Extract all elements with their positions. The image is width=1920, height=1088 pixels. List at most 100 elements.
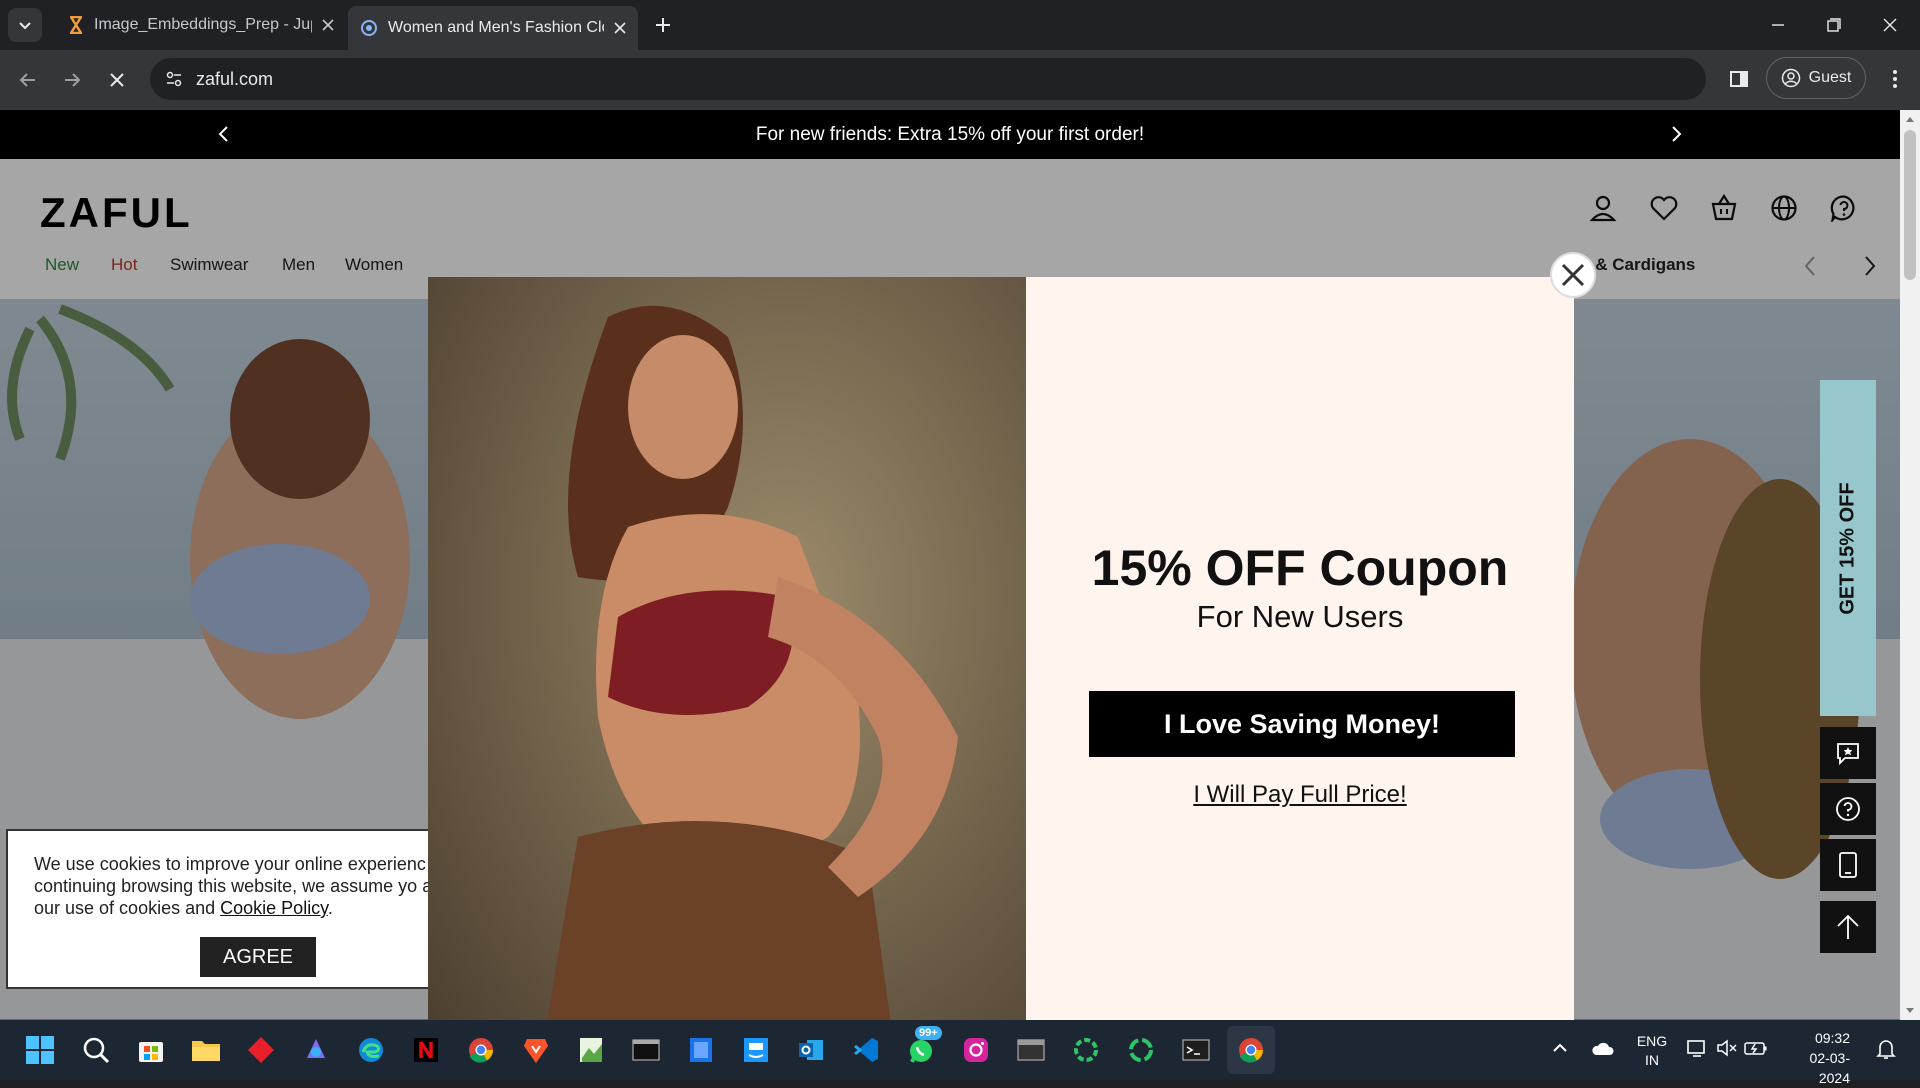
start-button[interactable] (16, 1026, 64, 1074)
scrollbar-thumb[interactable] (1904, 130, 1916, 280)
tab-search-button[interactable] (8, 8, 42, 42)
terminal-button-2[interactable] (1172, 1026, 1220, 1074)
chrome-icon (469, 1038, 494, 1063)
side-panel-icon (1730, 71, 1748, 87)
window-app-button[interactable] (1007, 1026, 1055, 1074)
windows-taskbar: 99+ ENG IN 09:32 02-03-2024 (0, 1020, 1920, 1086)
vscode-button[interactable] (842, 1026, 890, 1074)
get-discount-tab[interactable]: GET 15% OFF (1820, 380, 1876, 716)
scroll-up-icon[interactable] (1900, 110, 1920, 130)
promo-prev-button[interactable] (214, 124, 234, 144)
coupon-modal: 15% OFF Coupon For New Users I Love Savi… (428, 277, 1574, 1020)
close-icon[interactable] (322, 19, 334, 31)
brave-button[interactable] (512, 1026, 560, 1074)
address-bar[interactable]: zaful.com (150, 58, 1706, 100)
scroll-down-icon[interactable] (1900, 1000, 1920, 1020)
promo-next-button[interactable] (1666, 124, 1686, 144)
tray-overflow-button[interactable] (1552, 1040, 1568, 1056)
store-icon (139, 1042, 163, 1062)
chevron-left-icon (218, 126, 228, 142)
terminal-button[interactable] (622, 1026, 670, 1074)
files-button[interactable] (677, 1026, 725, 1074)
chevron-up-icon (1553, 1043, 1567, 1052)
claim-coupon-button[interactable]: I Love Saving Money! (1089, 691, 1515, 757)
plus-icon (656, 18, 670, 32)
feedback-button[interactable] (1820, 727, 1876, 779)
files-icon (690, 1038, 712, 1062)
notifications-button[interactable] (1876, 1038, 1896, 1060)
faq-button[interactable] (1820, 783, 1876, 835)
circle-app-icon (1129, 1038, 1153, 1062)
minimize-button[interactable] (1750, 0, 1806, 50)
restore-button[interactable] (1806, 0, 1862, 50)
language-code: ENG (1636, 1033, 1668, 1049)
copilot-icon (307, 1039, 325, 1058)
modal-close-button[interactable] (1550, 252, 1596, 298)
brave-icon (524, 1039, 548, 1063)
circle-app-button-2[interactable] (1117, 1026, 1165, 1074)
minimize-icon (1772, 24, 1784, 26)
back-button[interactable] (12, 64, 44, 96)
tab-jupyter[interactable]: Image_Embeddings_Prep - Jupy (56, 8, 346, 42)
close-icon (110, 73, 124, 87)
netflix-button[interactable] (402, 1026, 450, 1074)
copilot-button[interactable] (292, 1026, 340, 1074)
photos-icon (580, 1038, 602, 1062)
bell-icon (1876, 1040, 1896, 1059)
page-scrollbar[interactable] (1900, 110, 1920, 1020)
tab-zaful[interactable]: Women and Men's Fashion Clot (348, 6, 638, 50)
cookie-policy-link[interactable]: Cookie Policy (220, 898, 328, 918)
prime-video-button[interactable] (732, 1026, 780, 1074)
url-text: zaful.com (196, 68, 274, 89)
circle-app-button[interactable] (1062, 1026, 1110, 1074)
vscode-icon (854, 1038, 878, 1062)
web-page: For new friends: Extra 15% off your firs… (0, 110, 1900, 1020)
edge-button[interactable] (347, 1026, 395, 1074)
file-explorer-button[interactable] (182, 1026, 230, 1074)
clock[interactable]: 09:32 02-03-2024 (1784, 1028, 1850, 1088)
window-icon (1017, 1039, 1045, 1061)
close-window-button[interactable] (1862, 0, 1918, 50)
store-button[interactable] (127, 1026, 175, 1074)
forward-button[interactable] (56, 64, 88, 96)
back-to-top-button[interactable] (1820, 901, 1876, 953)
app-icon (248, 1037, 274, 1063)
site-info-icon[interactable] (164, 69, 184, 89)
language-indicator[interactable]: ENG IN (1630, 1032, 1674, 1070)
agree-button[interactable]: AGREE (200, 937, 316, 977)
side-panel-button[interactable] (1724, 64, 1754, 94)
browser-tab-strip: Image_Embeddings_Prep - Jupy Women and M… (0, 0, 1920, 50)
edge-icon (359, 1038, 383, 1062)
onedrive-button[interactable] (1590, 1040, 1614, 1056)
battery-charging-icon (1744, 1042, 1767, 1055)
get-discount-label: GET 15% OFF (1836, 481, 1859, 615)
network-button[interactable] (1687, 1038, 1709, 1058)
outlook-button[interactable] (787, 1026, 835, 1074)
app-button[interactable] (237, 1026, 285, 1074)
volume-muted-icon (1717, 1039, 1737, 1057)
chevron-down-icon (19, 22, 31, 30)
browser-menu-button[interactable] (1880, 64, 1910, 94)
model-photo (428, 277, 1026, 1020)
chrome-button[interactable] (457, 1026, 505, 1074)
stop-loading-button[interactable] (101, 64, 133, 96)
mobile-phone-icon (1839, 852, 1857, 878)
cookie-text: We use cookies to improve your online ex… (34, 854, 469, 918)
search-button[interactable] (72, 1026, 120, 1074)
question-circle-icon (1836, 797, 1860, 821)
battery-button[interactable] (1744, 1039, 1768, 1057)
photos-button[interactable] (567, 1026, 615, 1074)
new-tab-button[interactable] (648, 10, 678, 40)
instagram-icon (964, 1038, 988, 1062)
app-download-button[interactable] (1820, 839, 1876, 891)
back-arrow-icon (19, 73, 35, 87)
region-code: IN (1645, 1052, 1659, 1068)
decline-coupon-link[interactable]: I Will Pay Full Price! (1026, 781, 1574, 809)
close-icon[interactable] (614, 22, 626, 34)
profile-button[interactable]: Guest (1766, 57, 1866, 99)
chrome-active-button[interactable] (1227, 1026, 1275, 1074)
profile-icon (1781, 68, 1800, 88)
volume-button[interactable] (1716, 1038, 1738, 1058)
whatsapp-button[interactable]: 99+ (897, 1026, 945, 1074)
instagram-button[interactable] (952, 1026, 1000, 1074)
